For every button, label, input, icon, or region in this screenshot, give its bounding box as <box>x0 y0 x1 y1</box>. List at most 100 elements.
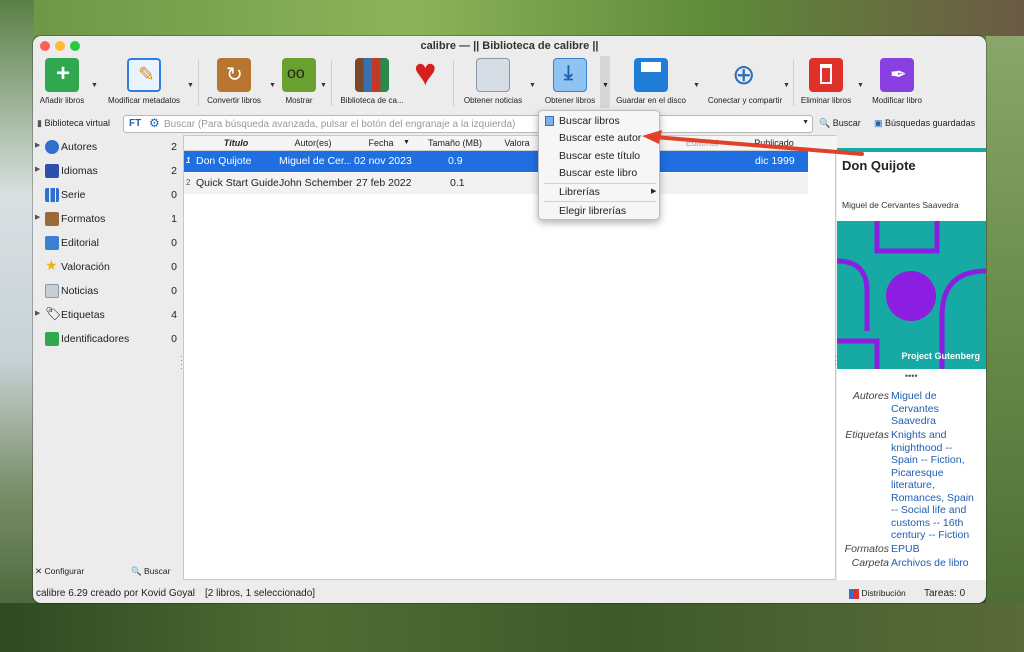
remove-dropdown-icon[interactable]: ▼ <box>857 82 864 89</box>
find-in-tags-button[interactable]: 🔍 Buscar <box>131 566 170 577</box>
convert-books-button[interactable]: ↻ Convertir libros <box>203 58 265 105</box>
donate-button[interactable]: ♥ <box>413 52 449 96</box>
expand-arrow-icon[interactable]: ▶ <box>35 141 40 149</box>
get-books-button[interactable]: ⤓ Obtener libros <box>541 58 599 105</box>
sidebar-item-formats[interactable]: ▶ Formatos 1 <box>33 209 181 229</box>
status-bar: calibre 6.29 creado por Kovid Goyal [2 l… <box>33 584 986 603</box>
add-books-button[interactable]: + Añadir libros <box>39 58 85 105</box>
view-dropdown-icon[interactable]: ▼ <box>320 82 327 89</box>
view-button[interactable]: oo Mostrar <box>281 58 317 105</box>
meta-value-line[interactable]: Cervantes <box>891 403 981 416</box>
meta-value-line[interactable]: Spain -- Fiction, <box>891 454 985 467</box>
close-window-button[interactable] <box>40 41 50 51</box>
get-books-dropdown-button[interactable]: ▼ <box>600 56 610 108</box>
meta-value-line[interactable]: literature, <box>891 479 985 492</box>
sidebar-item-label: Editorial <box>61 237 99 249</box>
saved-searches-button[interactable]: ▣ Búsquedas guardadas <box>874 118 975 129</box>
sort-desc-icon: ▼ <box>403 139 410 146</box>
sidebar-item-languages[interactable]: ▶ Idiomas 2 <box>33 161 181 181</box>
sidebar-item-label: Serie <box>61 189 86 201</box>
menu-item-search-author[interactable]: Buscar este autor <box>559 132 641 144</box>
menu-item-search-title[interactable]: Buscar este título <box>559 150 640 162</box>
get-books-label: Obtener libros <box>544 96 596 105</box>
meta-value-line[interactable]: -- Social life and <box>891 504 985 517</box>
layout-button[interactable]: Distribución <box>849 584 906 603</box>
calibre-window: calibre — || Biblioteca de calibre || + … <box>33 36 986 603</box>
sidebar-item-authors[interactable]: ▶ Autores 2 <box>33 137 181 157</box>
connect-dropdown-icon[interactable]: ▼ <box>783 82 790 89</box>
details-vertical-splitter[interactable]: · · · <box>834 352 837 369</box>
sidebar-item-tags[interactable]: ▶ 🏷 Etiquetas 4 <box>33 305 181 325</box>
column-title[interactable]: Título <box>196 138 276 148</box>
meta-value-line[interactable]: Miguel de <box>891 390 981 403</box>
column-rating[interactable]: Valora <box>497 138 537 148</box>
meta-tags-value[interactable]: Knights and knighthood -- Spain -- Ficti… <box>891 429 985 542</box>
expand-arrow-icon[interactable]: ▶ <box>35 165 40 173</box>
minimize-window-button[interactable] <box>55 41 65 51</box>
menu-item-search-books[interactable]: Buscar libros <box>559 115 620 127</box>
full-text-search-icon[interactable]: FT <box>129 118 141 129</box>
sidebar-item-count: 0 <box>171 189 177 201</box>
sidebar-item-count: 0 <box>171 333 177 345</box>
add-books-dropdown-icon[interactable]: ▼ <box>91 82 98 89</box>
table-row[interactable]: 2 Quick Start Guide John Schember 27 feb… <box>184 173 808 194</box>
remove-books-label: Eliminar libros <box>800 96 852 105</box>
edit-metadata-dropdown-icon[interactable]: ▼ <box>187 82 194 89</box>
cell-date: 02 nov 2023 <box>354 155 412 167</box>
meta-value-line[interactable]: Saavedra <box>891 415 981 428</box>
menu-item-choose-stores[interactable]: Elegir librerías <box>559 205 626 217</box>
menu-item-search-book[interactable]: Buscar este libro <box>559 167 637 179</box>
column-size[interactable]: Tamaño (MB) <box>415 138 495 148</box>
expand-arrow-icon[interactable]: ▶ <box>35 213 40 221</box>
zoom-window-button[interactable] <box>70 41 80 51</box>
meta-value-line[interactable]: knighthood -- <box>891 442 985 455</box>
tools-icon: ✕ <box>35 566 43 576</box>
meta-formats-value[interactable]: EPUB <box>891 543 920 556</box>
menu-item-stores[interactable]: Librerías <box>559 186 600 198</box>
search-history-dropdown-icon[interactable]: ▼ <box>802 119 809 126</box>
column-authors[interactable]: Autor(es) <box>277 138 349 148</box>
meta-value-line[interactable]: customs -- 16th <box>891 517 985 530</box>
connect-share-button[interactable]: ⊕ Conectar y compartir <box>705 58 785 105</box>
library-books-icon <box>355 58 389 92</box>
virtual-library-button[interactable]: ▮ Biblioteca virtual <box>37 118 110 129</box>
configure-button[interactable]: ✕ Configurar <box>35 566 84 577</box>
meta-value-line[interactable]: century -- Fiction <box>891 529 985 542</box>
expand-arrow-icon[interactable]: ▶ <box>35 309 40 317</box>
news-dropdown-icon[interactable]: ▼ <box>529 82 536 89</box>
fetch-news-button[interactable]: Obtener noticias <box>461 58 525 105</box>
book-cover-image[interactable]: Project Gutenberg <box>837 221 986 369</box>
sidebar-item-publisher[interactable]: Editorial 0 <box>33 233 181 253</box>
sidebar-item-count: 2 <box>171 141 177 153</box>
edit-book-button[interactable]: ✒ Modificar libro <box>869 58 925 105</box>
newspaper-icon <box>45 284 59 298</box>
sidebar-item-count: 0 <box>171 285 177 297</box>
submenu-arrow-icon: ▶ <box>651 188 657 195</box>
details-splitter-handle[interactable]: •••• <box>905 371 918 381</box>
meta-key: Formatos <box>844 543 889 555</box>
column-date[interactable]: Fecha <box>352 138 410 148</box>
edit-metadata-button[interactable]: ✎ Modificar metadatos <box>105 58 183 105</box>
sidebar-item-identifiers[interactable]: Identificadores 0 <box>33 329 181 349</box>
remove-books-button[interactable]: Eliminar libros <box>797 58 855 105</box>
languages-icon <box>45 164 59 178</box>
save-to-disk-button[interactable]: Guardar en el disco <box>613 58 689 105</box>
save-dropdown-icon[interactable]: ▼ <box>693 82 700 89</box>
meta-value-line[interactable]: Picaresque <box>891 467 985 480</box>
sidebar-item-label: Idiomas <box>61 165 98 177</box>
jobs-status[interactable]: Tareas: 0 <box>924 584 965 603</box>
gear-icon[interactable]: ⚙ <box>149 116 160 130</box>
meta-value-line[interactable]: Knights and <box>891 429 985 442</box>
library-button[interactable]: Biblioteca de ca... <box>337 58 407 105</box>
meta-value-line[interactable]: Romances, Spain <box>891 492 985 505</box>
status-selection: [2 libros, 1 seleccionado] <box>205 588 316 599</box>
sidebar-item-rating[interactable]: ★ Valoración 0 <box>33 257 181 277</box>
sidebar-item-label: Formatos <box>61 213 106 225</box>
sidebar-item-series[interactable]: Serie 0 <box>33 185 181 205</box>
meta-authors-value[interactable]: Miguel de Cervantes Saavedra <box>891 390 981 428</box>
glasses-icon: oo <box>282 58 316 92</box>
window-titlebar: calibre — || Biblioteca de calibre || <box>33 36 986 56</box>
meta-folder-value[interactable]: Archivos de libro <box>891 557 969 570</box>
convert-dropdown-icon[interactable]: ▼ <box>269 82 276 89</box>
sidebar-item-news[interactable]: Noticias 0 <box>33 281 181 301</box>
